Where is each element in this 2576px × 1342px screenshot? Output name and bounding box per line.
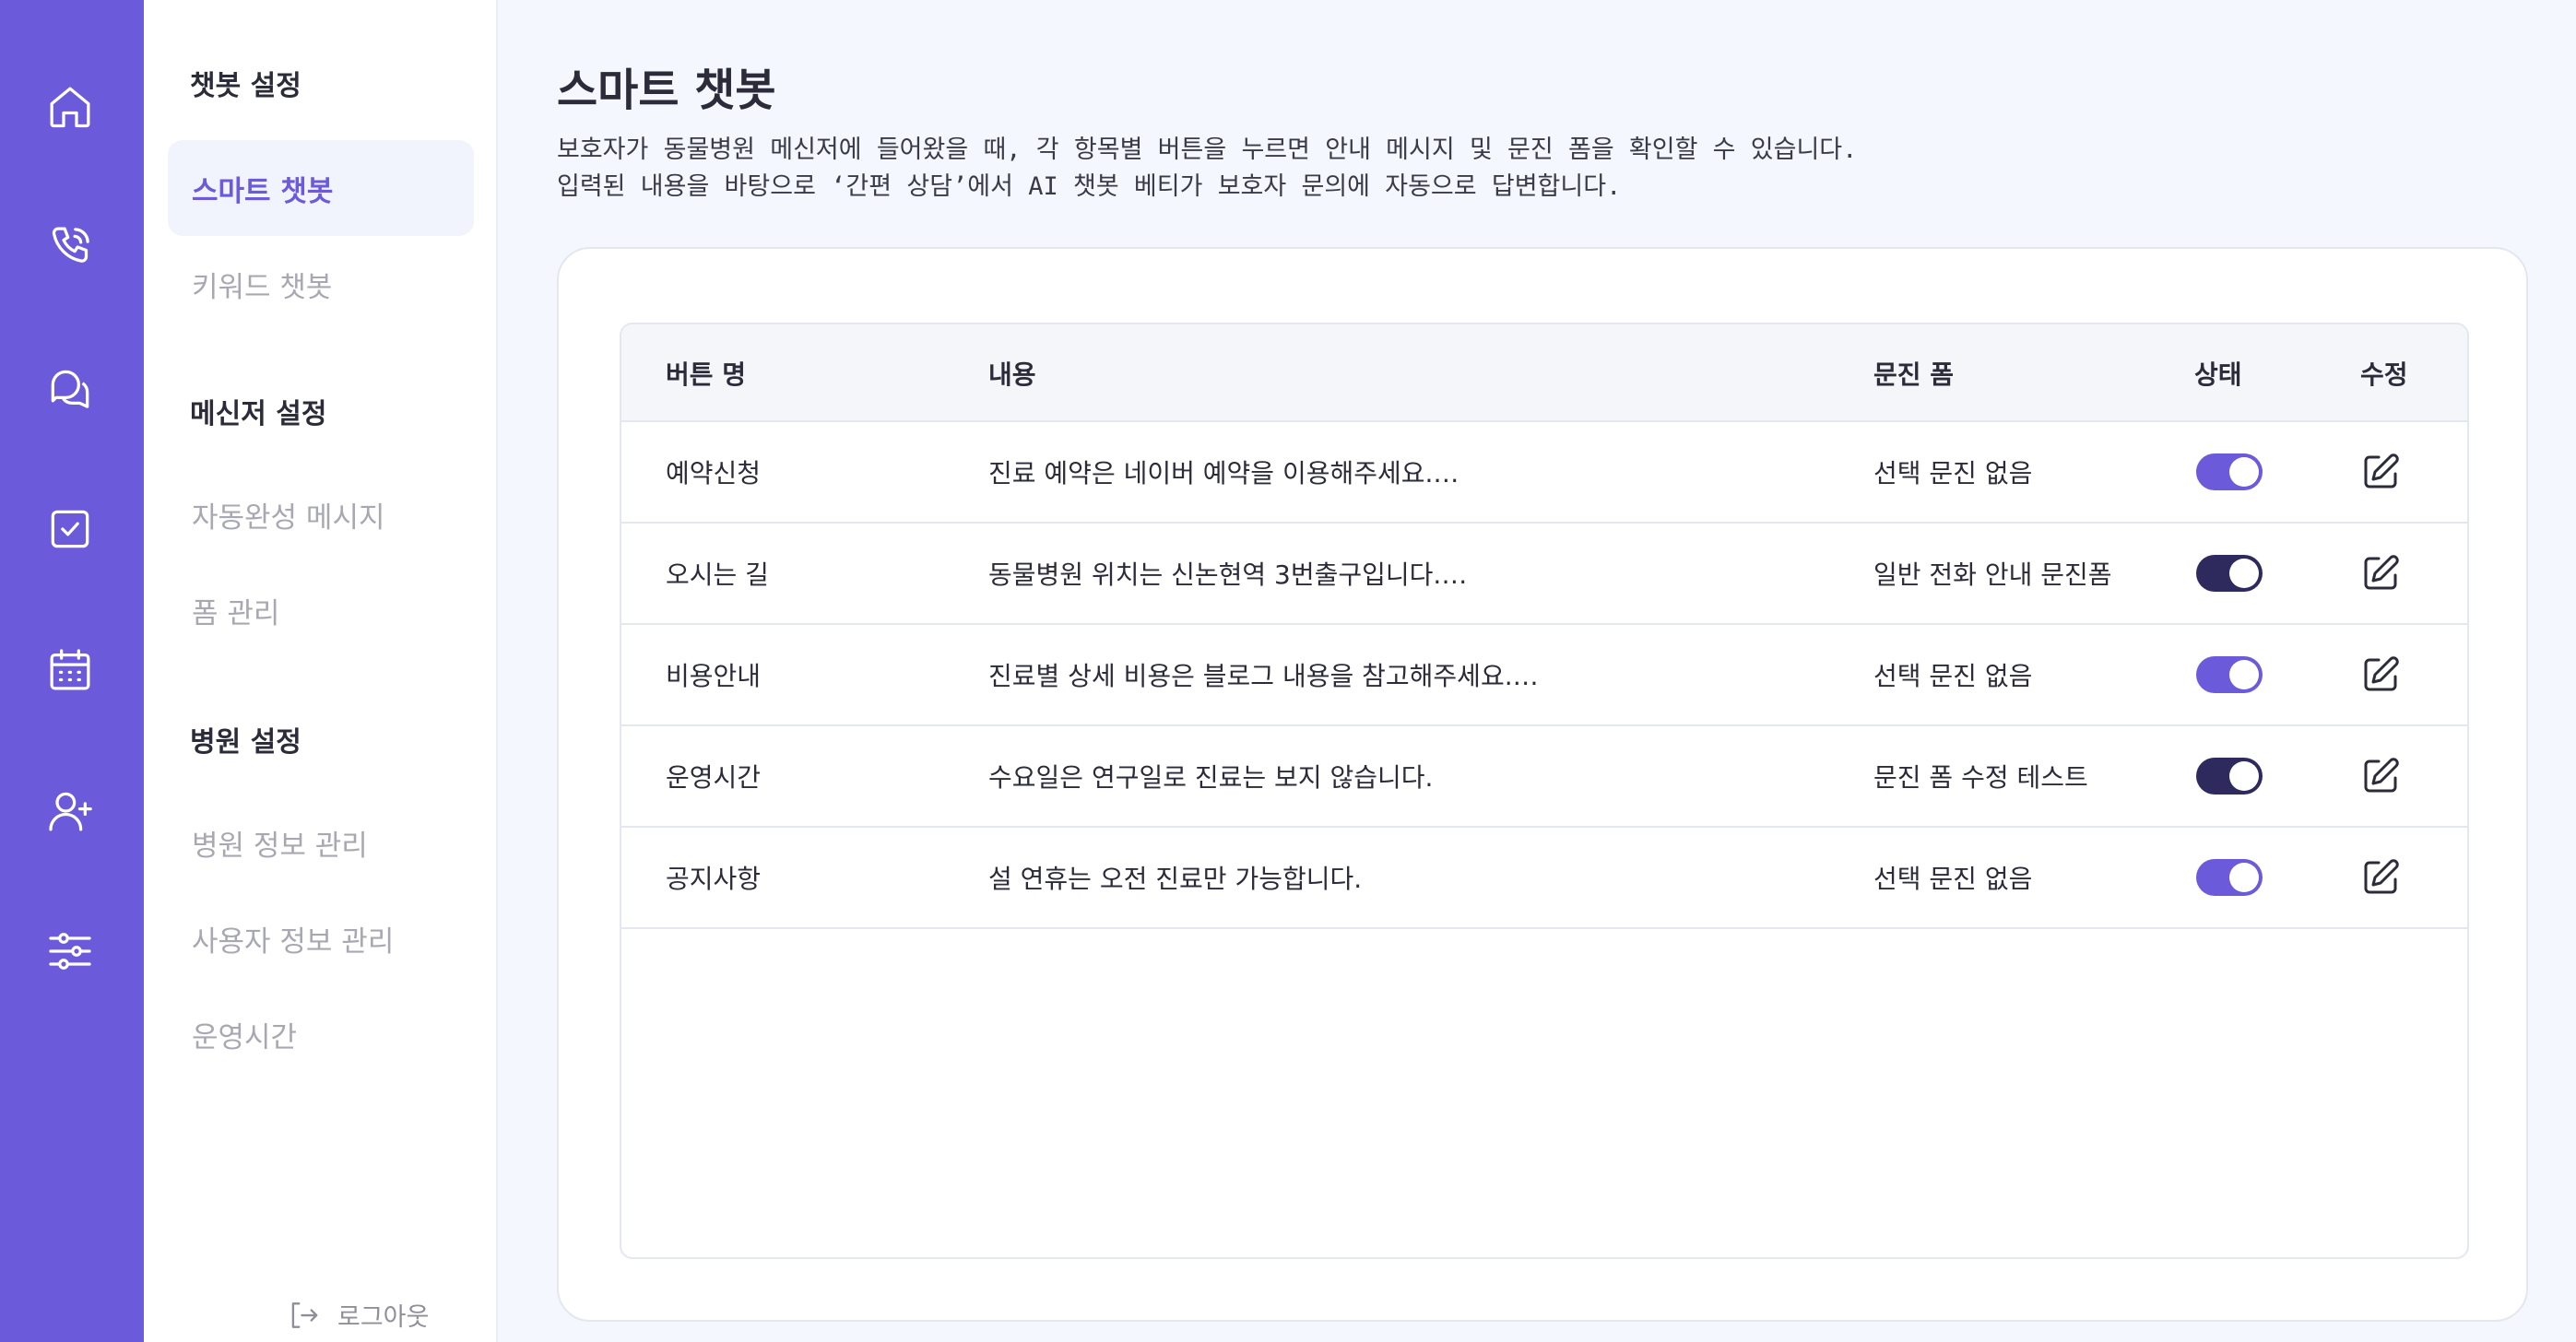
row-button-name: 운영시간 [666,762,762,793]
row-button-name: 비용안내 [666,661,762,691]
nav-item-autocomplete-messages[interactable]: 자동완성 메시지 [168,466,474,562]
icon-rail [0,0,144,1342]
phone-icon[interactable] [39,216,101,278]
table-row[interactable]: 운영시간 수요일은 연구일로 진료는 보지 않습니다. 문진 폼 수정 테스트 [621,726,2467,828]
nav-item-hospital-info[interactable]: 병원 정보 관리 [168,795,474,890]
status-toggle[interactable] [2196,656,2263,693]
row-status-cell [2196,726,2263,826]
table-row[interactable]: 예약신청 진료 예약은 네이버 예약을 이용해주세요.… 선택 문진 없음 [621,422,2467,524]
chat-icon[interactable] [39,358,101,420]
header-content: 내용 [988,359,1036,390]
page-title: 스마트 챗봇 [557,65,776,116]
row-content: 동물병원 위치는 신논현역 3번출구입니다.… [988,559,1468,590]
edit-icon[interactable] [2355,649,2406,700]
status-toggle[interactable] [2196,859,2263,896]
checkbox-icon[interactable] [39,498,101,560]
row-form: 선택 문진 없음 [1873,458,2033,489]
page-description-line2: 입력된 내용을 바탕으로 ‘간편 상담’에서 AI 챗봇 베티가 보호자 문의에… [557,172,1622,201]
table-body: 예약신청 진료 예약은 네이버 예약을 이용해주세요.… 선택 문진 없음 오시는 길… [621,422,2467,929]
table-row[interactable]: 오시는 길 동물병원 위치는 신논현역 3번출구입니다.… 일반 전화 안내 문진폼 [621,524,2467,625]
table-row[interactable]: 공지사항 설 연휴는 오전 진료만 가능합니다. 선택 문진 없음 [621,828,2467,929]
home-icon[interactable] [39,76,101,138]
row-form: 문진 폼 수정 테스트 [1873,762,2088,793]
row-button-name: 공지사항 [666,864,762,894]
row-content: 진료별 상세 비용은 블로그 내용을 참고해주세요.… [988,661,1539,691]
chatbot-card: 버튼 명 내용 문진 폼 상태 수정 예약신청 진료 예약은 네이버 예약을 이용… [557,247,2528,1322]
nav-item-keyword-chatbot[interactable]: 키워드 챗봇 [168,236,474,332]
row-status-cell [2196,828,2263,927]
row-status-cell [2196,524,2263,623]
edit-icon[interactable] [2355,547,2406,599]
row-status-cell [2196,422,2263,522]
nav-item-smart-chatbot[interactable]: 스마트 챗봇 [168,140,474,236]
nav-item-form-management[interactable]: 폼 관리 [168,562,474,658]
row-status-cell [2196,625,2263,724]
status-toggle[interactable] [2196,453,2263,490]
nav-section-messenger: 메신저 설정 [190,398,327,430]
table-header: 버튼 명 내용 문진 폼 상태 수정 [621,324,2467,422]
chatbot-table: 버튼 명 내용 문진 폼 상태 수정 예약신청 진료 예약은 네이버 예약을 이용… [620,323,2469,1259]
page-description-line1: 보호자가 동물병원 메신저에 들어왔을 때, 각 항목별 버튼을 누르면 안내 … [557,135,1858,164]
row-edit-cell [2355,726,2406,826]
edit-icon[interactable] [2355,852,2406,903]
logout-icon [291,1301,318,1328]
edit-icon[interactable] [2355,750,2406,802]
row-edit-cell [2355,828,2406,927]
nav-section-hospital: 병원 설정 [190,726,301,759]
toggle-knob [2229,559,2259,588]
row-button-name: 예약신청 [666,458,762,489]
row-button-name: 오시는 길 [666,559,769,590]
header-button-name: 버튼 명 [666,359,747,390]
row-content: 수요일은 연구일로 진료는 보지 않습니다. [988,762,1434,793]
table-row[interactable]: 비용안내 진료별 상세 비용은 블로그 내용을 참고해주세요.… 선택 문진 없음 [621,625,2467,726]
row-content: 진료 예약은 네이버 예약을 이용해주세요.… [988,458,1459,489]
sliders-icon[interactable] [39,920,101,983]
row-form: 선택 문진 없음 [1873,864,2033,894]
add-user-icon[interactable] [39,780,101,842]
status-toggle[interactable] [2196,555,2263,592]
row-form: 선택 문진 없음 [1873,661,2033,691]
header-status: 상태 [2194,359,2242,390]
nav-item-operating-hours[interactable]: 운영시간 [168,986,474,1082]
header-edit: 수정 [2360,359,2408,390]
nav-item-user-info[interactable]: 사용자 정보 관리 [168,890,474,986]
toggle-knob [2229,660,2259,689]
row-edit-cell [2355,422,2406,522]
row-content: 설 연휴는 오전 진료만 가능합니다. [988,864,1363,894]
toggle-knob [2229,761,2259,791]
calendar-icon[interactable] [39,639,101,701]
row-form: 일반 전화 안내 문진폼 [1873,559,2112,590]
edit-icon[interactable] [2355,446,2406,498]
header-form: 문진 폼 [1873,359,1955,390]
toggle-knob [2229,457,2259,487]
nav-section-chatbot: 챗봇 설정 [190,70,301,102]
status-toggle[interactable] [2196,758,2263,795]
row-edit-cell [2355,524,2406,623]
logout-label: 로그아웃 [337,1303,430,1332]
toggle-knob [2229,863,2259,892]
row-edit-cell [2355,625,2406,724]
settings-subnav: 챗봇 설정 스마트 챗봇 키워드 챗봇 메신저 설정 자동완성 메시지 폼 관리… [144,0,498,1342]
logout-button[interactable]: 로그아웃 [286,1297,429,1333]
